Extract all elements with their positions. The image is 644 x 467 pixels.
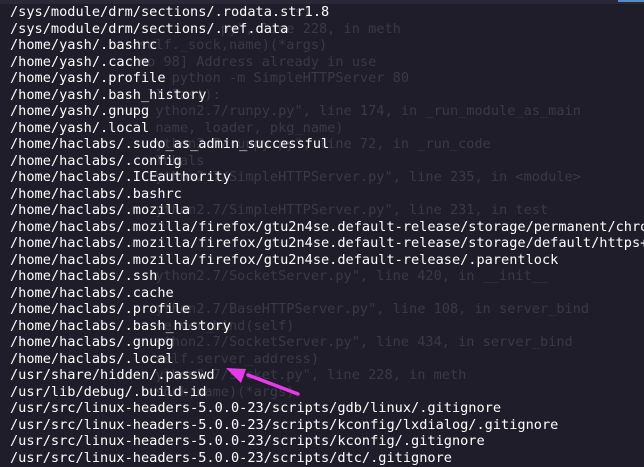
output-line: /usr/share/hidden/.passwd: [10, 367, 215, 383]
terminal-window[interactable]: s) py", line 228, in meth self._sock,nam…: [0, 0, 644, 467]
output-line: /home/yash/.bash_history: [10, 86, 207, 103]
output-line: /home/yash/.profile: [10, 70, 166, 86]
output-line: /home/haclabs/.bash_history: [10, 317, 231, 334]
output-line: /home/yash/.local: [10, 119, 150, 136]
output-line: /home/haclabs/.cache: [10, 284, 174, 301]
output-line: /home/haclabs/.profile: [10, 301, 191, 317]
output-line: /home/haclabs/.mozilla/firefox/gtu2n4se.…: [10, 235, 644, 251]
output-line: /home/haclabs/.gnupg: [10, 334, 174, 350]
output-line: /home/haclabs/.mozilla: [10, 202, 191, 218]
output-line: /home/haclabs/.config: [10, 152, 182, 169]
output-line: /home/haclabs/.mozilla/firefox/gtu2n4se.…: [10, 251, 559, 268]
output-line: /usr/src/linux-headers-5.0.0-23/scripts/…: [10, 449, 452, 466]
window-accent-bar: [618, 0, 644, 2]
output-line: /usr/lib/debug/.build-id: [10, 383, 207, 400]
output-line: /home/haclabs/.ssh: [10, 268, 158, 284]
output-line: /home/haclabs/.sudo_as_admin_successful: [10, 136, 330, 152]
highlight-arrow-icon: [226, 368, 300, 396]
output-line: /home/haclabs/.mozilla/firefox/gtu2n4se.…: [10, 218, 644, 235]
output-line: /sys/module/drm/sections/.ref.data: [10, 20, 289, 37]
output-line: /home/yash/.gnupg: [10, 103, 150, 119]
output-line: /home/yash/.cache: [10, 53, 150, 70]
output-line: /usr/src/linux-headers-5.0.0-23/scripts/…: [10, 416, 559, 433]
find-output-list: /sys/module/drm/sections/.rodata.str1.8/…: [10, 4, 644, 467]
output-line: /home/haclabs/.ICEauthority: [10, 169, 231, 185]
output-line: /home/yash/.bashrc: [10, 37, 158, 53]
output-line: /home/haclabs/.bashrc: [10, 185, 182, 202]
output-line: /usr/src/linux-headers-5.0.0-23/scripts/…: [10, 400, 502, 416]
output-line: /usr/src/linux-headers-5.0.0-23/scripts/…: [10, 433, 485, 449]
output-line: /home/haclabs/.local: [10, 350, 174, 367]
output-line: /sys/module/drm/sections/.rodata.str1.8: [10, 4, 330, 20]
